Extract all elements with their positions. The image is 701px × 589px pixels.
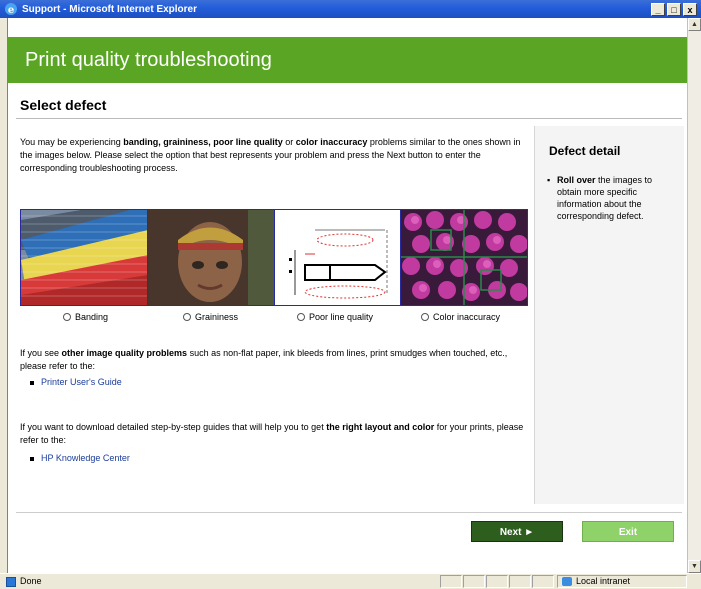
intro-part: or xyxy=(282,137,296,147)
radio-label: Poor line quality xyxy=(309,312,374,322)
radio-circle-icon[interactable] xyxy=(421,313,429,321)
internet-explorer-icon: e xyxy=(5,3,17,16)
text-bold: the right layout and color xyxy=(326,422,435,432)
radio-banding[interactable]: Banding xyxy=(63,312,108,322)
status-cell xyxy=(463,575,485,588)
next-button[interactable]: Next ► xyxy=(471,521,563,542)
color-inaccuracy-image[interactable] xyxy=(400,210,527,305)
intro-part: You may be experiencing xyxy=(20,137,124,147)
divider xyxy=(16,118,682,119)
header-title: Print quality troubleshooting xyxy=(25,48,272,71)
download-guides-text: If you want to download detailed step-by… xyxy=(20,421,530,447)
hp-knowledge-center-link[interactable]: HP Knowledge Center xyxy=(30,453,130,463)
zone-text: Local intranet xyxy=(576,576,631,586)
other-problems-text: If you see other image quality problems … xyxy=(20,347,530,373)
status-cell xyxy=(486,575,508,588)
local-intranet-icon xyxy=(562,577,572,586)
vertical-scrollbar[interactable]: ▲ ▼ xyxy=(687,18,701,573)
printer-users-guide-link[interactable]: Printer User's Guide xyxy=(30,377,122,387)
security-zone: Local intranet xyxy=(557,575,687,588)
radio-poor-line-quality[interactable]: Poor line quality xyxy=(297,312,373,322)
bullet-icon xyxy=(30,380,34,385)
radio-label: Color inaccuracy xyxy=(433,312,501,322)
text-bold: other image quality problems xyxy=(61,348,188,358)
status-cell xyxy=(532,575,554,588)
divider xyxy=(16,512,682,513)
text-part: If you want to download detailed step-by… xyxy=(20,422,327,432)
minimize-button[interactable]: _ xyxy=(651,2,665,16)
poor-line-quality-image[interactable] xyxy=(273,210,401,305)
radio-color-inaccuracy[interactable]: Color inaccuracy xyxy=(421,312,500,322)
status-bar: Done Local intranet xyxy=(0,573,701,589)
bullet-icon: ▪ xyxy=(547,175,551,185)
status-cell xyxy=(509,575,531,588)
bullet-icon xyxy=(30,456,34,461)
defect-detail-title: Defect detail xyxy=(549,144,621,158)
page-done-icon xyxy=(6,577,16,587)
radio-circle-icon[interactable] xyxy=(297,313,305,321)
defect-detail-panel: Defect detail ▪ Roll over the images to … xyxy=(534,126,684,504)
intro-text: You may be experiencing banding, grainin… xyxy=(20,136,530,175)
link-label[interactable]: HP Knowledge Center xyxy=(41,453,130,463)
window-titlebar: e Support - Microsoft Internet Explorer … xyxy=(0,0,701,18)
radio-graininess[interactable]: Graininess xyxy=(183,312,238,322)
radio-circle-icon[interactable] xyxy=(183,313,191,321)
window-title: Support - Microsoft Internet Explorer xyxy=(22,3,198,15)
window-frame-left xyxy=(0,18,8,573)
side-bold: Roll over xyxy=(557,175,596,185)
text-part: If you see xyxy=(20,348,62,358)
radio-circle-icon[interactable] xyxy=(63,313,71,321)
close-button[interactable]: x xyxy=(683,2,697,16)
scroll-up-icon[interactable]: ▲ xyxy=(688,18,701,31)
status-text: Done xyxy=(20,576,42,586)
radio-label: Banding xyxy=(75,312,109,322)
banding-image[interactable] xyxy=(21,210,147,305)
scroll-down-icon[interactable]: ▼ xyxy=(688,560,701,573)
defect-detail-text: ▪ Roll over the images to obtain more sp… xyxy=(547,174,677,222)
link-label[interactable]: Printer User's Guide xyxy=(41,377,122,387)
page-header: Print quality troubleshooting xyxy=(8,37,687,83)
status-cell xyxy=(440,575,462,588)
maximize-button[interactable]: □ xyxy=(667,2,681,16)
graininess-image[interactable] xyxy=(146,210,274,305)
page-title: Select defect xyxy=(20,97,107,113)
defect-image-strip xyxy=(20,209,528,306)
svg-text:e: e xyxy=(8,5,14,16)
radio-label: Graininess xyxy=(195,312,239,322)
intro-bold: banding, graininess, poor line quality xyxy=(123,137,283,147)
intro-bold: color inaccuracy xyxy=(295,137,368,147)
exit-button[interactable]: Exit xyxy=(582,521,674,542)
